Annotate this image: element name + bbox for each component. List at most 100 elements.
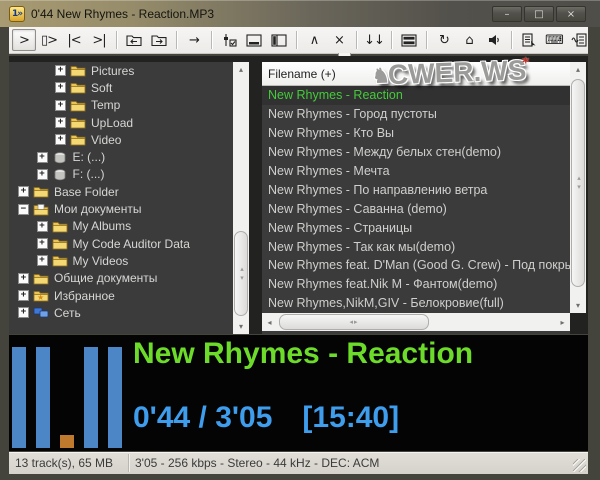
list-row[interactable]: New Rhymes - Саванна (demo) xyxy=(262,199,570,218)
folder-icon xyxy=(52,254,68,267)
tree-item[interactable]: + My Code Auditor Data xyxy=(9,235,233,252)
list-row[interactable]: New Rhymes - По направлению ветра xyxy=(262,180,570,199)
maximize-button[interactable]: □ xyxy=(524,6,554,22)
tree-item[interactable]: +Base Folder xyxy=(9,183,233,200)
folder-icon xyxy=(52,220,68,233)
toggle-info-panel-button[interactable] xyxy=(242,29,266,51)
toolbar-separator xyxy=(211,31,212,49)
scroll-left-button[interactable]: ◂ xyxy=(262,313,277,331)
hotkeys-button[interactable]: ⌨ xyxy=(542,29,566,51)
folder-back-icon xyxy=(126,33,142,47)
list-row[interactable]: New Rhymes - Кто Вы xyxy=(262,124,570,143)
folder-forward-button[interactable] xyxy=(147,29,171,51)
list-scroll-up-button[interactable]: ▴ xyxy=(570,62,586,77)
next-track-button[interactable]: >| xyxy=(87,29,111,51)
tree-expander[interactable]: − xyxy=(18,204,29,215)
tree-item[interactable]: +Общие документы xyxy=(9,270,233,287)
tree-item-label: My Code Auditor Data xyxy=(73,237,190,251)
list-scroll-down-button[interactable]: ▾ xyxy=(570,298,586,313)
split-view-button[interactable] xyxy=(397,29,421,51)
list-row[interactable]: New Rhymes feat.Nik M - Фантом(demo) xyxy=(262,275,570,294)
titlebar[interactable]: 1» 0'44 New Rhymes - Reaction.MP3 – □ × xyxy=(0,0,600,27)
tree-scrollbar-thumb[interactable]: ▴▾ xyxy=(234,231,248,316)
tree-expander[interactable]: + xyxy=(55,100,66,111)
tree-expander[interactable]: + xyxy=(18,186,29,197)
continue-mode-button[interactable]: → xyxy=(182,29,206,51)
tree-expander[interactable]: + xyxy=(18,273,29,284)
tree-item[interactable]: +Soft xyxy=(9,79,233,96)
intro-play-button[interactable]: ▯> xyxy=(37,29,61,51)
tree-expander[interactable]: + xyxy=(55,134,66,145)
tree-expander[interactable]: + xyxy=(55,65,66,76)
tree-item[interactable]: +UpLoad xyxy=(9,114,233,131)
close-file-button[interactable]: × xyxy=(327,29,351,51)
play-button[interactable]: > xyxy=(12,29,36,51)
toolbar-separator xyxy=(116,31,117,49)
playlist-button[interactable] xyxy=(517,29,541,51)
tree-expander[interactable]: + xyxy=(55,82,66,93)
list-hscrollbar-thumb[interactable]: ◂▸ xyxy=(279,314,429,330)
tree-item[interactable]: + F: (...) xyxy=(9,166,233,183)
play-icon: > xyxy=(19,33,29,48)
directory-up-button[interactable]: ∧ xyxy=(302,29,326,51)
list-row[interactable]: New Rhymes - Страницы xyxy=(262,218,570,237)
tree-item[interactable]: +My Videos xyxy=(9,252,233,269)
track-position: 0'44 / 3'05 xyxy=(133,401,272,434)
tree-item[interactable]: +Сеть xyxy=(9,304,233,321)
tree-item[interactable]: +★Избранное xyxy=(9,287,233,304)
tree-expander[interactable]: + xyxy=(18,290,29,301)
toolbar-separator xyxy=(391,31,392,49)
tree-scroll-down-button[interactable]: ▾ xyxy=(233,319,249,334)
list-vertical-scrollbar[interactable]: ▴ ▴▾ ▾ xyxy=(570,62,586,313)
tree-item[interactable]: −Мои документы xyxy=(9,200,233,217)
folder-icon xyxy=(70,116,86,129)
minimize-button[interactable]: – xyxy=(492,6,522,22)
previous-track-button[interactable]: |< xyxy=(62,29,86,51)
tree-expander[interactable]: + xyxy=(37,152,48,163)
list-row[interactable]: New Rhymes - Мечта xyxy=(262,162,570,181)
home-directory-button[interactable]: ⌂ xyxy=(457,29,481,51)
list-scrollbar-thumb[interactable]: ▴▾ xyxy=(571,79,585,287)
list-row[interactable]: New Rhymes - Город пустоты xyxy=(262,105,570,124)
list-row[interactable]: New Rhymes - Так как мы(demo) xyxy=(262,237,570,256)
list-horizontal-scrollbar[interactable]: ◂ ◂▸ ▸ xyxy=(262,313,570,331)
audio-output-button[interactable] xyxy=(482,29,506,51)
panel-bottom-icon xyxy=(246,34,262,47)
file-info-button[interactable] xyxy=(567,29,588,51)
tree-item[interactable]: + E: (...) xyxy=(9,148,233,165)
tree-item-label: F: (...) xyxy=(73,167,105,181)
directory-up-icon: ∧ xyxy=(310,33,319,48)
tree-item[interactable]: + Video xyxy=(9,131,233,148)
tree-expander[interactable]: + xyxy=(37,255,48,266)
scroll-right-button[interactable]: ▸ xyxy=(555,313,570,331)
tree-item-label: Video xyxy=(91,133,121,147)
rescan-button[interactable]: ↻ xyxy=(432,29,456,51)
tree-item-label: E: (...) xyxy=(73,150,106,164)
viz-bar xyxy=(84,347,98,448)
options-button[interactable] xyxy=(217,29,241,51)
toolbar-separator xyxy=(296,31,297,49)
resize-grip[interactable] xyxy=(573,459,586,472)
spectrum-visualizer xyxy=(12,347,122,448)
rescan-icon: ↻ xyxy=(439,33,449,48)
tree-expander[interactable]: + xyxy=(37,238,48,249)
list-row[interactable]: New Rhymes - Между белых стен(demo) xyxy=(262,143,570,162)
tree-scroll-up-button[interactable]: ▴ xyxy=(233,62,249,77)
tree-expander[interactable]: + xyxy=(55,117,66,128)
sort-list-button[interactable]: ↓↓ xyxy=(362,29,386,51)
tree-item[interactable]: +Temp xyxy=(9,97,233,114)
tree-vertical-scrollbar[interactable]: ▴ ▴▾ ▾ xyxy=(233,62,249,334)
tree-expander[interactable]: + xyxy=(37,221,48,232)
tree-expander[interactable]: + xyxy=(37,169,48,180)
list-row[interactable]: New Rhymes,NikM,GIV - Белокровие(full) xyxy=(262,294,570,313)
toggle-tree-panel-button[interactable] xyxy=(267,29,291,51)
svg-text:★: ★ xyxy=(37,293,44,302)
close-button[interactable]: × xyxy=(556,6,586,22)
folder-icon xyxy=(70,64,86,77)
list-row[interactable]: New Rhymes feat. D'Man (Good G. Crew) - … xyxy=(262,256,570,275)
file-list-panel: Filename (+) New Rhymes - ReactionNew Rh… xyxy=(262,62,570,334)
tree-expander[interactable]: + xyxy=(18,307,29,318)
tree-item[interactable]: +Pictures xyxy=(9,62,233,79)
tree-item[interactable]: +My Albums xyxy=(9,218,233,235)
folder-back-button[interactable] xyxy=(122,29,146,51)
